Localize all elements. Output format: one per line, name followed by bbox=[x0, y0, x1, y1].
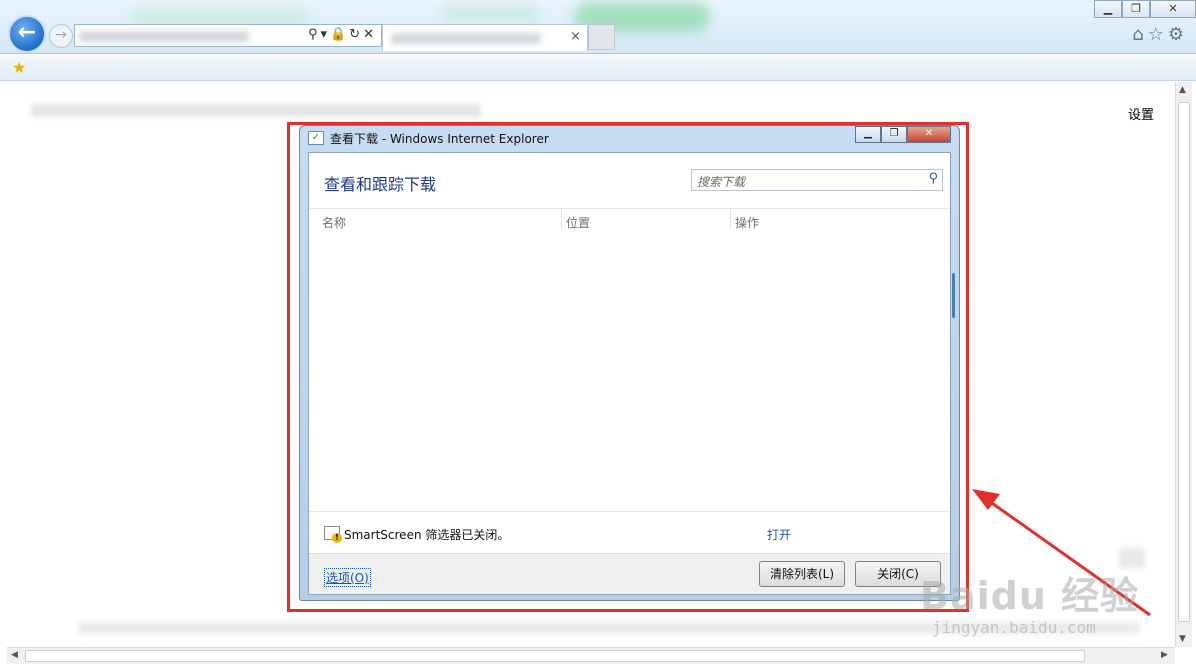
scroll-thumb[interactable] bbox=[1178, 102, 1190, 622]
baidu-watermark-logo: Baidu 经验 bbox=[920, 574, 1140, 618]
scroll-down-icon[interactable]: ▼ bbox=[1179, 634, 1186, 644]
tab-close-icon[interactable]: × bbox=[570, 29, 581, 44]
address-bar[interactable]: ⚲▾🔒↻✕ bbox=[74, 24, 382, 47]
horizontal-scrollbar[interactable]: ◀ ▶ bbox=[7, 647, 1175, 664]
home-favorites-tools-icons[interactable]: ⌂☆⚙ bbox=[1132, 24, 1188, 45]
vertical-scrollbar[interactable]: ▲ ▼ bbox=[1175, 82, 1192, 647]
forward-arrow-icon: → bbox=[55, 27, 67, 43]
scroll-left-icon[interactable]: ◀ bbox=[11, 650, 18, 660]
address-bar-icons[interactable]: ⚲▾🔒↻✕ bbox=[308, 27, 377, 42]
maximize-button[interactable]: ❐ bbox=[1122, 0, 1150, 18]
new-tab-button[interactable] bbox=[588, 24, 615, 50]
browser-toolbar: ← → ⚲▾🔒↻✕ × ▁ ❐ ✕ ⌂☆⚙ bbox=[0, 0, 1196, 54]
forward-button[interactable]: → bbox=[49, 24, 73, 48]
baidu-watermark-url: jingyan.baidu.com bbox=[932, 618, 1096, 637]
scroll-up-icon[interactable]: ▲ bbox=[1179, 85, 1186, 95]
blurred-nav-links bbox=[31, 104, 481, 117]
back-arrow-icon: ← bbox=[17, 20, 37, 45]
window-controls: ▁ ❐ ✕ bbox=[1094, 0, 1196, 18]
blurred-url bbox=[79, 31, 249, 42]
minimize-button[interactable]: ▁ bbox=[1094, 0, 1122, 18]
settings-link[interactable]: 设置 bbox=[1128, 104, 1154, 123]
close-button[interactable]: ✕ bbox=[1150, 0, 1196, 18]
back-button[interactable]: ← bbox=[8, 15, 46, 53]
blurred-region bbox=[130, 6, 310, 26]
browser-tab[interactable]: × bbox=[382, 24, 588, 51]
blurred-tab-title bbox=[391, 33, 541, 44]
blurred-region bbox=[440, 4, 540, 24]
scroll-thumb[interactable] bbox=[25, 650, 1085, 662]
star-add-icon[interactable]: ★ bbox=[12, 58, 26, 77]
highlight-frame bbox=[287, 122, 969, 612]
scroll-right-icon[interactable]: ▶ bbox=[1161, 650, 1168, 660]
favorites-bar: ★ bbox=[0, 55, 1196, 81]
